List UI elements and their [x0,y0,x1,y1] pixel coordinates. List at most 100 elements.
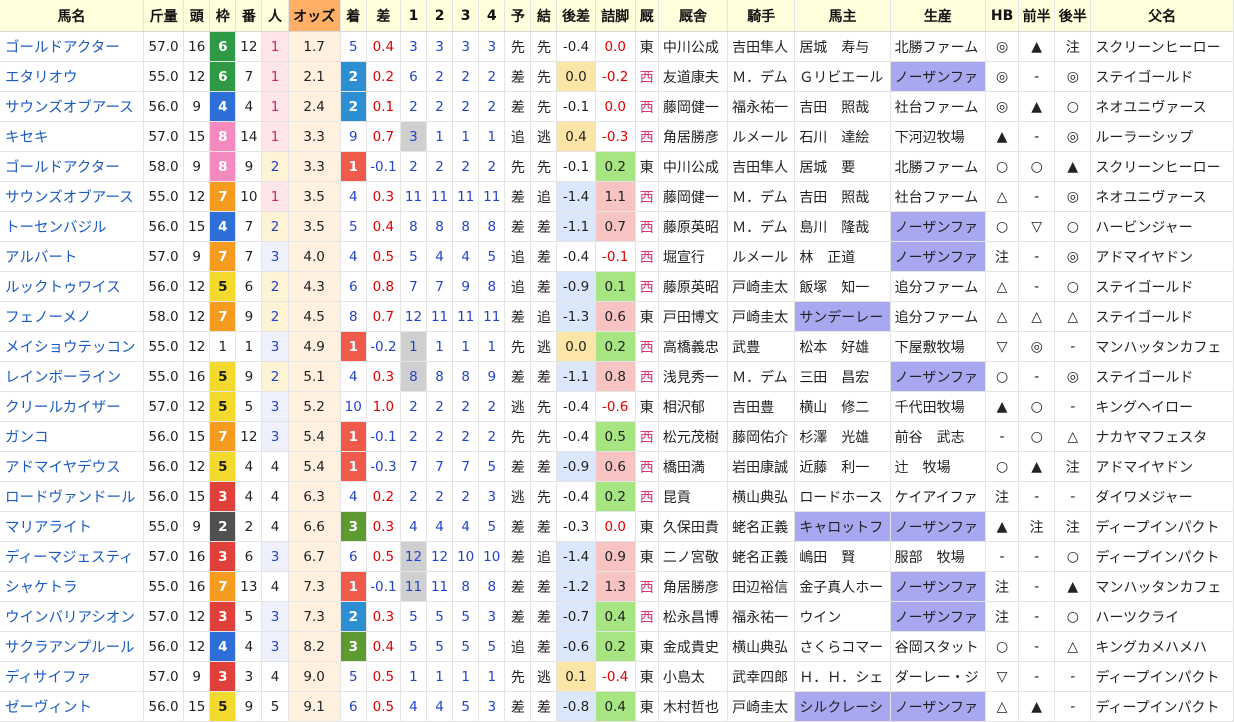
horse-name-cell[interactable]: ゼーヴィント [0,691,145,722]
horse-name-cell[interactable]: メイショウテッコン [0,331,145,362]
table-row[interactable]: ウインバリアシオン 57.0 12 3 5 3 7.3 2 0.3 5 5 5 3 差差 -0.7 0.4 西松… [0,601,1234,632]
column-header[interactable]: 番 [235,0,263,32]
column-header[interactable]: 生産 [890,0,987,32]
predicted-style-cell: 逃 [504,391,532,422]
odds-cell: 6.6 [288,511,341,542]
second-half-mark-cell: ○ [1054,541,1092,572]
sire-cell: ネオユニヴァース [1090,91,1234,122]
column-header[interactable]: 2 [426,0,454,32]
column-header[interactable]: 馬名 [0,0,145,32]
column-header[interactable]: HB [985,0,1020,32]
horse-name-cell[interactable]: トーセンバジル [0,211,145,242]
horse-name-cell[interactable]: マリアライト [0,511,145,542]
horse-name-cell[interactable]: アドマイヤデウス [0,451,145,482]
column-header[interactable]: 結 [530,0,558,32]
field-size-cell: 12 [183,391,211,422]
jockey-cell: 吉田豊 [727,391,796,422]
table-row[interactable]: ディーマジェスティ 57.0 16 3 6 3 6.7 6 0.5 12 12 10 10 差追 -1.4 0… [0,541,1234,572]
jockey-cell: 戸崎圭太 [727,691,796,722]
table-row[interactable]: サウンズオブアース 56.0 9 4 4 1 2.4 2 0.1 2 2 2 2 差先 -0.1 0.0 西藤岡… [0,91,1234,122]
horse-name-cell[interactable]: シャケトラ [0,571,145,602]
column-header[interactable]: 差 [366,0,401,32]
table-row[interactable]: ガンコ 56.0 15 7 12 3 5.4 1 -0.1 2 2 2 2 先先 -0.4 0.5 西松元茂樹藤… [0,421,1234,452]
column-header[interactable]: 着 [340,0,367,32]
second-half-mark-cell: ◎ [1054,241,1092,272]
corner3-cell: 2 [452,391,480,422]
table-row[interactable]: キセキ 57.0 15 8 14 1 3.3 9 0.7 3 1 1 1 追逃 0.4 -0.3 西角居勝彦 ルメ… [0,121,1234,152]
horse-name-cell[interactable]: キセキ [0,121,145,152]
corner4-cell: 2 [478,391,506,422]
horse-name-cell[interactable]: ディサイファ [0,661,145,692]
horse-name-cell[interactable]: サウンズオブアース [0,91,145,122]
column-header[interactable]: 騎手 [727,0,796,32]
horse-name-cell[interactable]: ゴールドアクター [0,31,145,62]
column-header[interactable]: 厩舎 [658,0,729,32]
jockey-cell: 岩田康誠 [727,451,796,482]
first-half-mark-cell: ◎ [1018,331,1056,362]
table-row[interactable]: アドマイヤデウス 56.0 12 5 4 4 5.4 1 -0.3 7 7 7 5 差差 -0.9 0.6 西橋… [0,451,1234,482]
corner1-cell: 6 [400,61,428,92]
odds-cell: 6.3 [288,481,341,512]
column-header[interactable]: 頭 [183,0,211,32]
column-header[interactable]: 3 [452,0,480,32]
horse-name-cell[interactable]: フェノーメノ [0,301,145,332]
table-row[interactable]: レインボーライン 55.0 16 5 9 2 5.1 4 0.3 8 8 8 9 差差 -1.1 0.8 西浅見… [0,361,1234,392]
horse-name-cell[interactable]: ルックトゥワイス [0,271,145,302]
corner4-cell: 11 [478,301,506,332]
table-row[interactable]: アルバート 57.0 9 7 7 3 4.0 4 0.5 5 4 4 5 追差 -0.4 -0.1 西堀宣行 ルメ… [0,241,1234,272]
popularity-cell: 2 [261,211,289,242]
column-header[interactable]: 父名 [1090,0,1234,32]
horse-name-cell[interactable]: レインボーライン [0,361,145,392]
horse-name-cell[interactable]: ロードヴァンドール [0,481,145,512]
column-header[interactable]: 枠 [209,0,237,32]
table-row[interactable]: メイショウテッコン 55.0 12 1 1 3 4.9 1 -0.2 1 1 1 1 先逃 0.0 0.2 西高… [0,331,1234,362]
column-header[interactable]: 後半 [1054,0,1092,32]
column-header[interactable]: 厩 [635,0,659,32]
column-header[interactable]: 斤量 [143,0,185,32]
breeder-cell: ノーザンファ [890,61,987,92]
table-row[interactable]: トーセンバジル 56.0 15 4 7 2 3.5 5 0.4 8 8 8 8 差差 -1.1 0.7 西藤原英… [0,211,1234,242]
weight-cell: 55.0 [143,331,185,362]
table-row[interactable]: ゴールドアクター 57.0 16 6 12 1 1.7 5 0.4 3 3 3 3 先先 -0.4 0.0 東中… [0,31,1234,62]
stable-region-cell: 西 [635,91,659,122]
table-row[interactable]: エタリオウ 55.0 12 6 7 1 2.1 2 0.2 6 2 2 2 差先 0.0 -0.2 西友道康夫 Ｍ… [0,61,1234,92]
table-row[interactable]: ゼーヴィント 56.0 15 5 9 5 9.1 6 0.5 4 4 5 3 差差 -0.8 0.4 東木村哲也… [0,691,1234,722]
table-row[interactable]: クリールカイザー 57.0 12 5 5 3 5.2 10 1.0 2 2 2 2 逃先 -0.4 -0.6 東… [0,391,1234,422]
horse-name-cell[interactable]: ディーマジェスティ [0,541,145,572]
column-header[interactable]: 1 [400,0,428,32]
column-header[interactable]: 人 [261,0,289,32]
owner-cell: 吉田 照哉 [794,181,891,212]
horse-name-cell[interactable]: エタリオウ [0,61,145,92]
stable-region-cell: 西 [635,211,659,242]
column-header[interactable]: 馬主 [794,0,891,32]
margin-cell: 0.2 [366,61,401,92]
odds-cell: 7.3 [288,601,341,632]
horse-name-cell[interactable]: ウインバリアシオン [0,601,145,632]
horse-name-cell[interactable]: サクラアンプルール [0,631,145,662]
table-row[interactable]: サウンズオブアース 55.0 12 7 10 1 3.5 4 0.3 11 11 11 11 差追 -1.4… [0,181,1234,212]
table-row[interactable]: フェノーメノ 58.0 12 7 9 2 4.5 8 0.7 12 11 11 11 差追 -1.3 0.6 東… [0,301,1234,332]
first-half-mark-cell: ▲ [1018,691,1056,722]
horse-name-cell[interactable]: ゴールドアクター [0,151,145,182]
table-row[interactable]: サクラアンプルール 56.0 12 4 4 3 8.2 3 0.4 5 5 5 5 追差 -0.6 0.2 東金… [0,631,1234,662]
table-row[interactable]: ディサイファ 57.0 9 3 3 4 9.0 5 0.5 1 1 1 1 先逃 0.1 -0.4 東小島太 武幸… [0,661,1234,692]
column-header[interactable]: オッズ [288,0,341,32]
horse-number-cell: 2 [235,511,263,542]
horse-name-cell[interactable]: アルバート [0,241,145,272]
result-style-cell: 差 [530,601,558,632]
table-row[interactable]: ゴールドアクター 58.0 9 8 9 2 3.3 1 -0.1 2 2 2 2 先先 -0.1 0.2 東中川… [0,151,1234,182]
weight-cell: 58.0 [143,301,185,332]
column-header[interactable]: 予 [504,0,532,32]
column-header[interactable]: 後差 [556,0,596,32]
column-header[interactable]: 前半 [1018,0,1056,32]
column-header[interactable]: 4 [478,0,506,32]
table-row[interactable]: ロードヴァンドール 56.0 15 3 4 4 6.3 4 0.2 2 2 2 3 逃先 -0.4 0.2 西昆… [0,481,1234,512]
table-row[interactable]: ルックトゥワイス 56.0 12 5 6 2 4.3 6 0.8 7 7 9 8 追差 -0.9 0.1 西藤原… [0,271,1234,302]
column-header[interactable]: 詰脚 [595,0,636,32]
table-row[interactable]: マリアライト 55.0 9 2 2 4 6.6 3 0.3 4 4 4 5 差差 -0.3 0.0 東久保田貴蛯… [0,511,1234,542]
horse-name-cell[interactable]: クリールカイザー [0,391,145,422]
horse-name-cell[interactable]: ガンコ [0,421,145,452]
horse-name-cell[interactable]: サウンズオブアース [0,181,145,212]
frame-cell: 2 [209,511,237,542]
table-row[interactable]: シャケトラ 55.0 16 7 13 4 7.3 1 -0.1 11 11 8 8 差差 -1.2 1.3 西角… [0,571,1234,602]
